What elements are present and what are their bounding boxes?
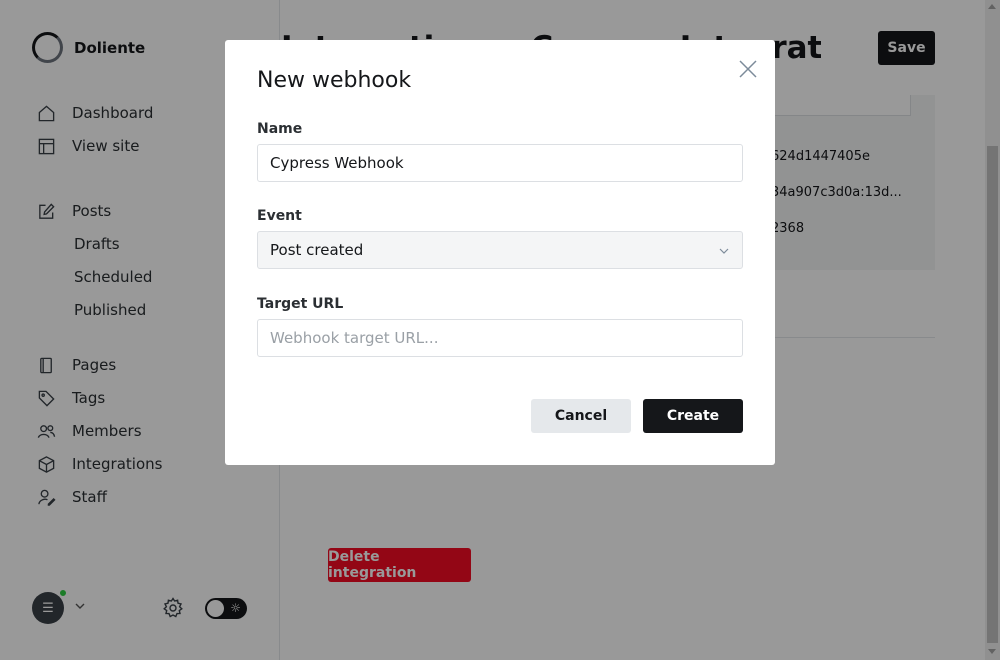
event-select-value: Post created [270, 241, 364, 259]
close-icon[interactable] [737, 58, 759, 80]
name-label: Name [257, 121, 303, 137]
create-button[interactable]: Create [643, 399, 743, 433]
name-input[interactable] [257, 144, 743, 182]
event-label: Event [257, 208, 302, 224]
target-url-input[interactable] [257, 319, 743, 357]
chevron-down-icon [719, 248, 729, 254]
target-url-label: Target URL [257, 296, 344, 312]
event-select[interactable]: Post created [257, 231, 743, 269]
new-webhook-modal: New webhook Name Event Post created Targ… [225, 40, 775, 465]
modal-title: New webhook [257, 68, 412, 93]
cancel-button[interactable]: Cancel [531, 399, 631, 433]
